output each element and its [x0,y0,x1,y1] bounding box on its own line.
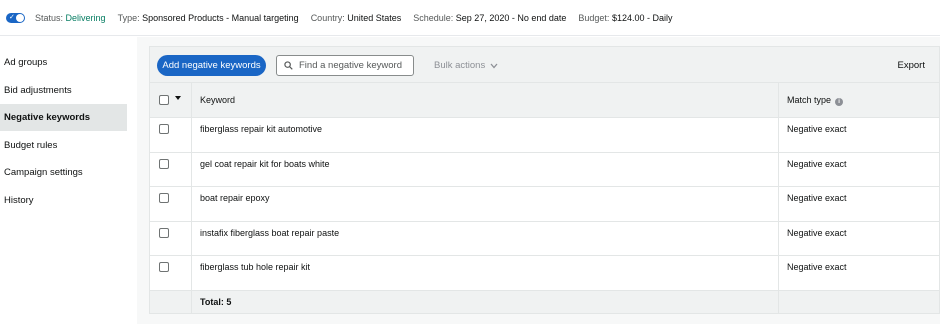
bulk-actions-label: Bulk actions [434,60,486,71]
row-checkbox[interactable] [159,193,169,203]
keyword-cell: fiberglass tub hole repair kit [192,256,779,290]
sidebar-item-negative-keywords[interactable]: Negative keywords [0,104,127,131]
total-match-type-cell [779,291,939,313]
bulk-actions-dropdown[interactable]: Bulk actions [434,55,498,76]
table-row: fiberglass tub hole repair kit Negative … [150,256,939,291]
sidebar-item-budget-rules[interactable]: Budget rules [0,132,127,159]
table-total-row: Total: 5 [150,290,939,313]
select-all-cell [150,83,192,117]
match-type-cell: Negative exact [787,158,847,169]
add-negative-keywords-button[interactable]: Add negative keywords [157,55,266,76]
row-check-cell [150,187,192,221]
row-check-cell [150,256,192,290]
match-type-cell: Negative exact [787,227,847,238]
row-checkbox[interactable] [159,158,169,169]
table-row: instafix fiberglass boat repair paste Ne… [150,221,939,256]
status-value: Delivering [65,12,106,23]
sidebar-item-campaign-settings[interactable]: Campaign settings [0,159,127,186]
table-row: fiberglass repair kit automotive Negativ… [150,118,939,153]
sidebar-nav: Ad groups Bid adjustments Negative keywo… [0,37,137,324]
type-label: Type: [117,12,140,23]
budget-item: Budget: $124.00 - Daily [578,13,672,23]
keyword-cell: instafix fiberglass boat repair paste [192,221,779,255]
negative-keywords-table: Keyword Match type i fiberglass repair ki… [150,83,939,313]
sidebar-item-history[interactable]: History [0,187,127,214]
column-header-keyword[interactable]: Keyword [192,83,779,117]
total-label: Total: 5 [192,290,779,313]
row-check-cell [150,152,192,186]
sidebar-item-bid-adjustments[interactable]: Bid adjustments [0,77,127,104]
column-header-match-type[interactable]: Match type i [779,83,939,117]
match-type-cell: Negative exact [787,124,847,134]
campaign-toggle[interactable]: ✓ [6,12,25,23]
table-row: gel coat repair kit for boats white Nega… [150,152,939,187]
match-type-cell: Negative exact [787,262,847,272]
table-row: boat repair epoxy Negative exact [150,187,939,222]
keyword-search[interactable] [276,55,414,76]
budget-label: Budget: [578,12,610,23]
match-type-cell: Negative exact [787,193,847,203]
keyword-cell: gel coat repair kit for boats white [192,152,779,186]
status-item: Status: Delivering [35,13,106,23]
table-header-row: Keyword Match type i [150,83,939,118]
row-checkbox[interactable] [159,124,169,134]
country-item: Country: United States [311,13,402,23]
export-button[interactable]: Export [898,55,925,76]
schedule-label: Schedule: [413,12,454,23]
type-value: Sponsored Products - Manual targeting [142,12,299,23]
type-item: Type: Sponsored Products - Manual target… [118,13,299,23]
row-checkbox[interactable] [159,227,169,238]
country-value: United States [347,12,402,23]
table-toolbar: Add negative keywords Bulk actions Expor… [150,47,939,83]
country-label: Country: [310,12,345,23]
match-type-header-label: Match type [787,95,832,105]
row-check-cell [150,221,192,255]
toggle-knob [16,13,24,22]
keyword-cell: fiberglass repair kit automotive [192,118,779,152]
check-icon: ✓ [9,13,15,21]
budget-value: $124.00 - Daily [611,12,673,23]
select-all-checkbox[interactable] [159,95,169,105]
info-icon[interactable]: i [835,98,844,106]
row-check-cell [150,118,192,152]
chevron-down-icon[interactable] [175,96,181,100]
chevron-down-icon [490,63,498,68]
negative-keywords-panel: Add negative keywords Bulk actions Expor… [149,46,940,314]
schedule-item: Schedule: Sep 27, 2020 - No end date [413,13,566,23]
total-spacer-cell [150,290,192,313]
sidebar-item-ad-groups[interactable]: Ad groups [0,49,127,76]
status-label: Status: [35,12,64,23]
keyword-cell: boat repair epoxy [192,187,779,221]
row-checkbox[interactable] [159,262,169,272]
main-content: Add negative keywords Bulk actions Expor… [137,37,940,324]
schedule-value: Sep 27, 2020 - No end date [455,12,567,23]
search-icon [284,61,293,70]
search-input[interactable] [299,60,404,71]
campaign-status-bar: ✓ Status: Delivering Type: Sponsored Pro… [0,0,940,36]
